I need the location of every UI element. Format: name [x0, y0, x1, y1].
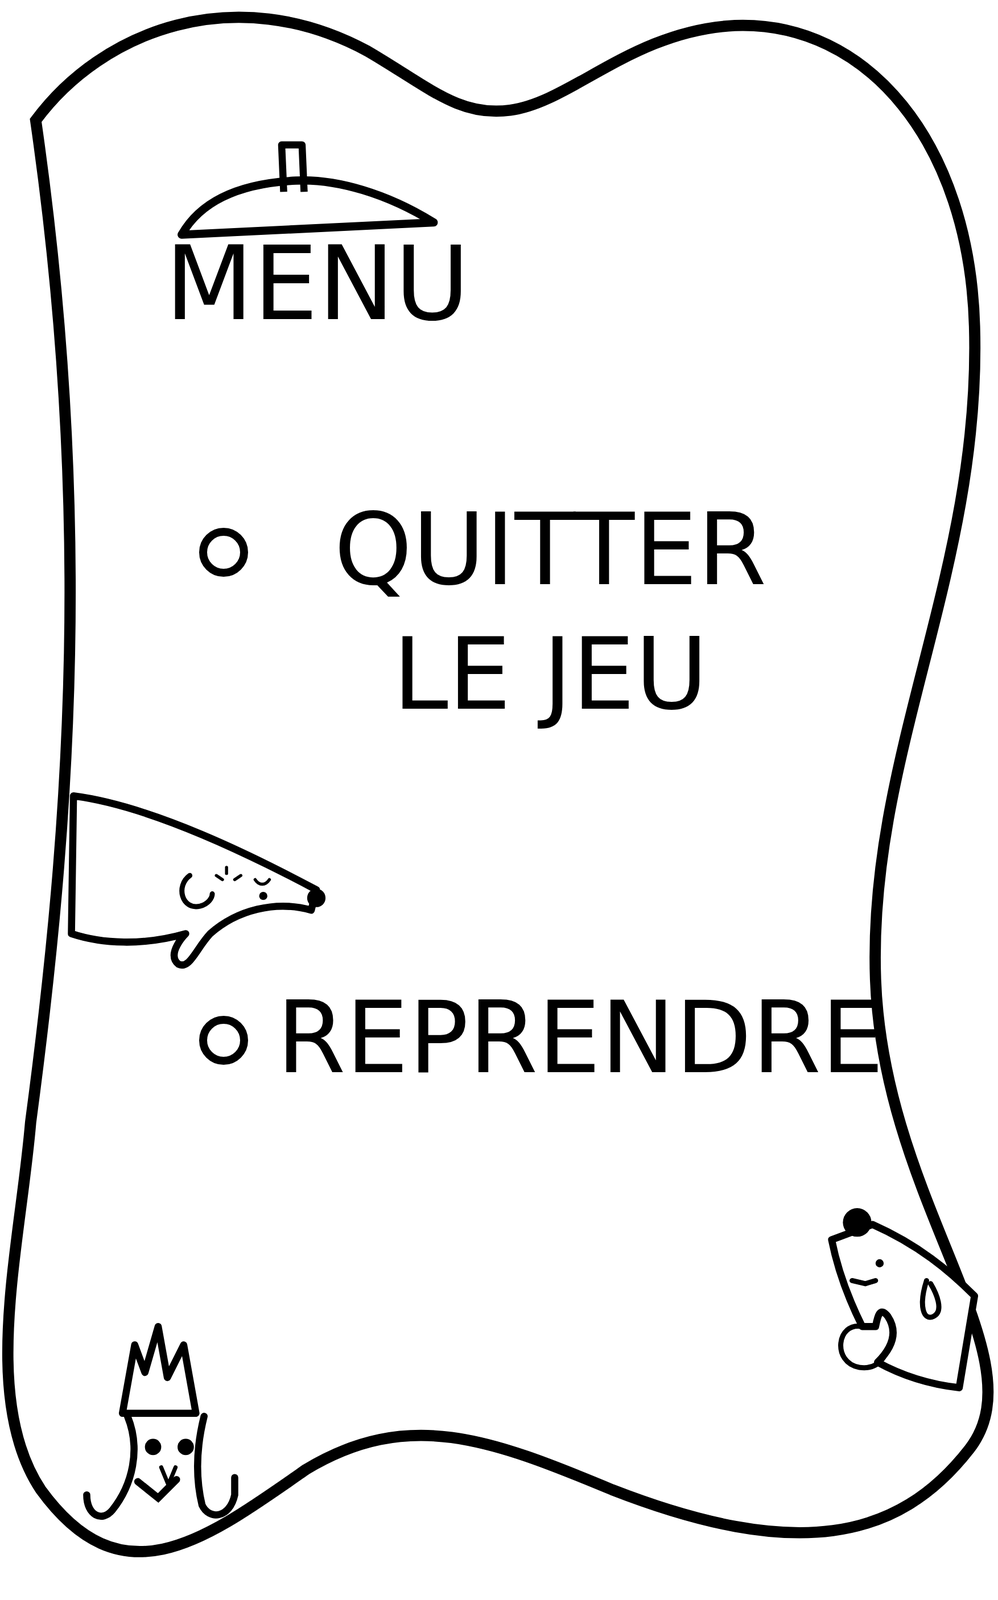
menu-item-label: REPRENDRE: [276, 976, 885, 1101]
bullet-icon: [199, 528, 249, 577]
menu-item[interactable]: QUITTER LE JEU: [199, 488, 998, 738]
pointy-creature-icon: [831, 1208, 975, 1389]
menu-panel: MENU QUITTER LE JEU REPRENDRE: [0, 0, 998, 1101]
arrow-creature-icon: [71, 796, 327, 965]
menu-list: QUITTER LE JEU REPRENDRE: [165, 488, 998, 1101]
frame-decoration: [0, 0, 998, 1600]
menu-item[interactable]: REPRENDRE: [199, 976, 998, 1101]
bullet-icon: [199, 1016, 249, 1066]
menu-title: MENU: [165, 227, 998, 341]
menu-item-label: QUITTER LE JEU: [276, 488, 825, 738]
crown-creature-icon: [86, 1326, 235, 1517]
frame-border: [7, 17, 989, 1553]
pause-menu-screen: MENU QUITTER LE JEU REPRENDRE: [0, 0, 998, 1600]
hat-icon: [181, 145, 434, 235]
